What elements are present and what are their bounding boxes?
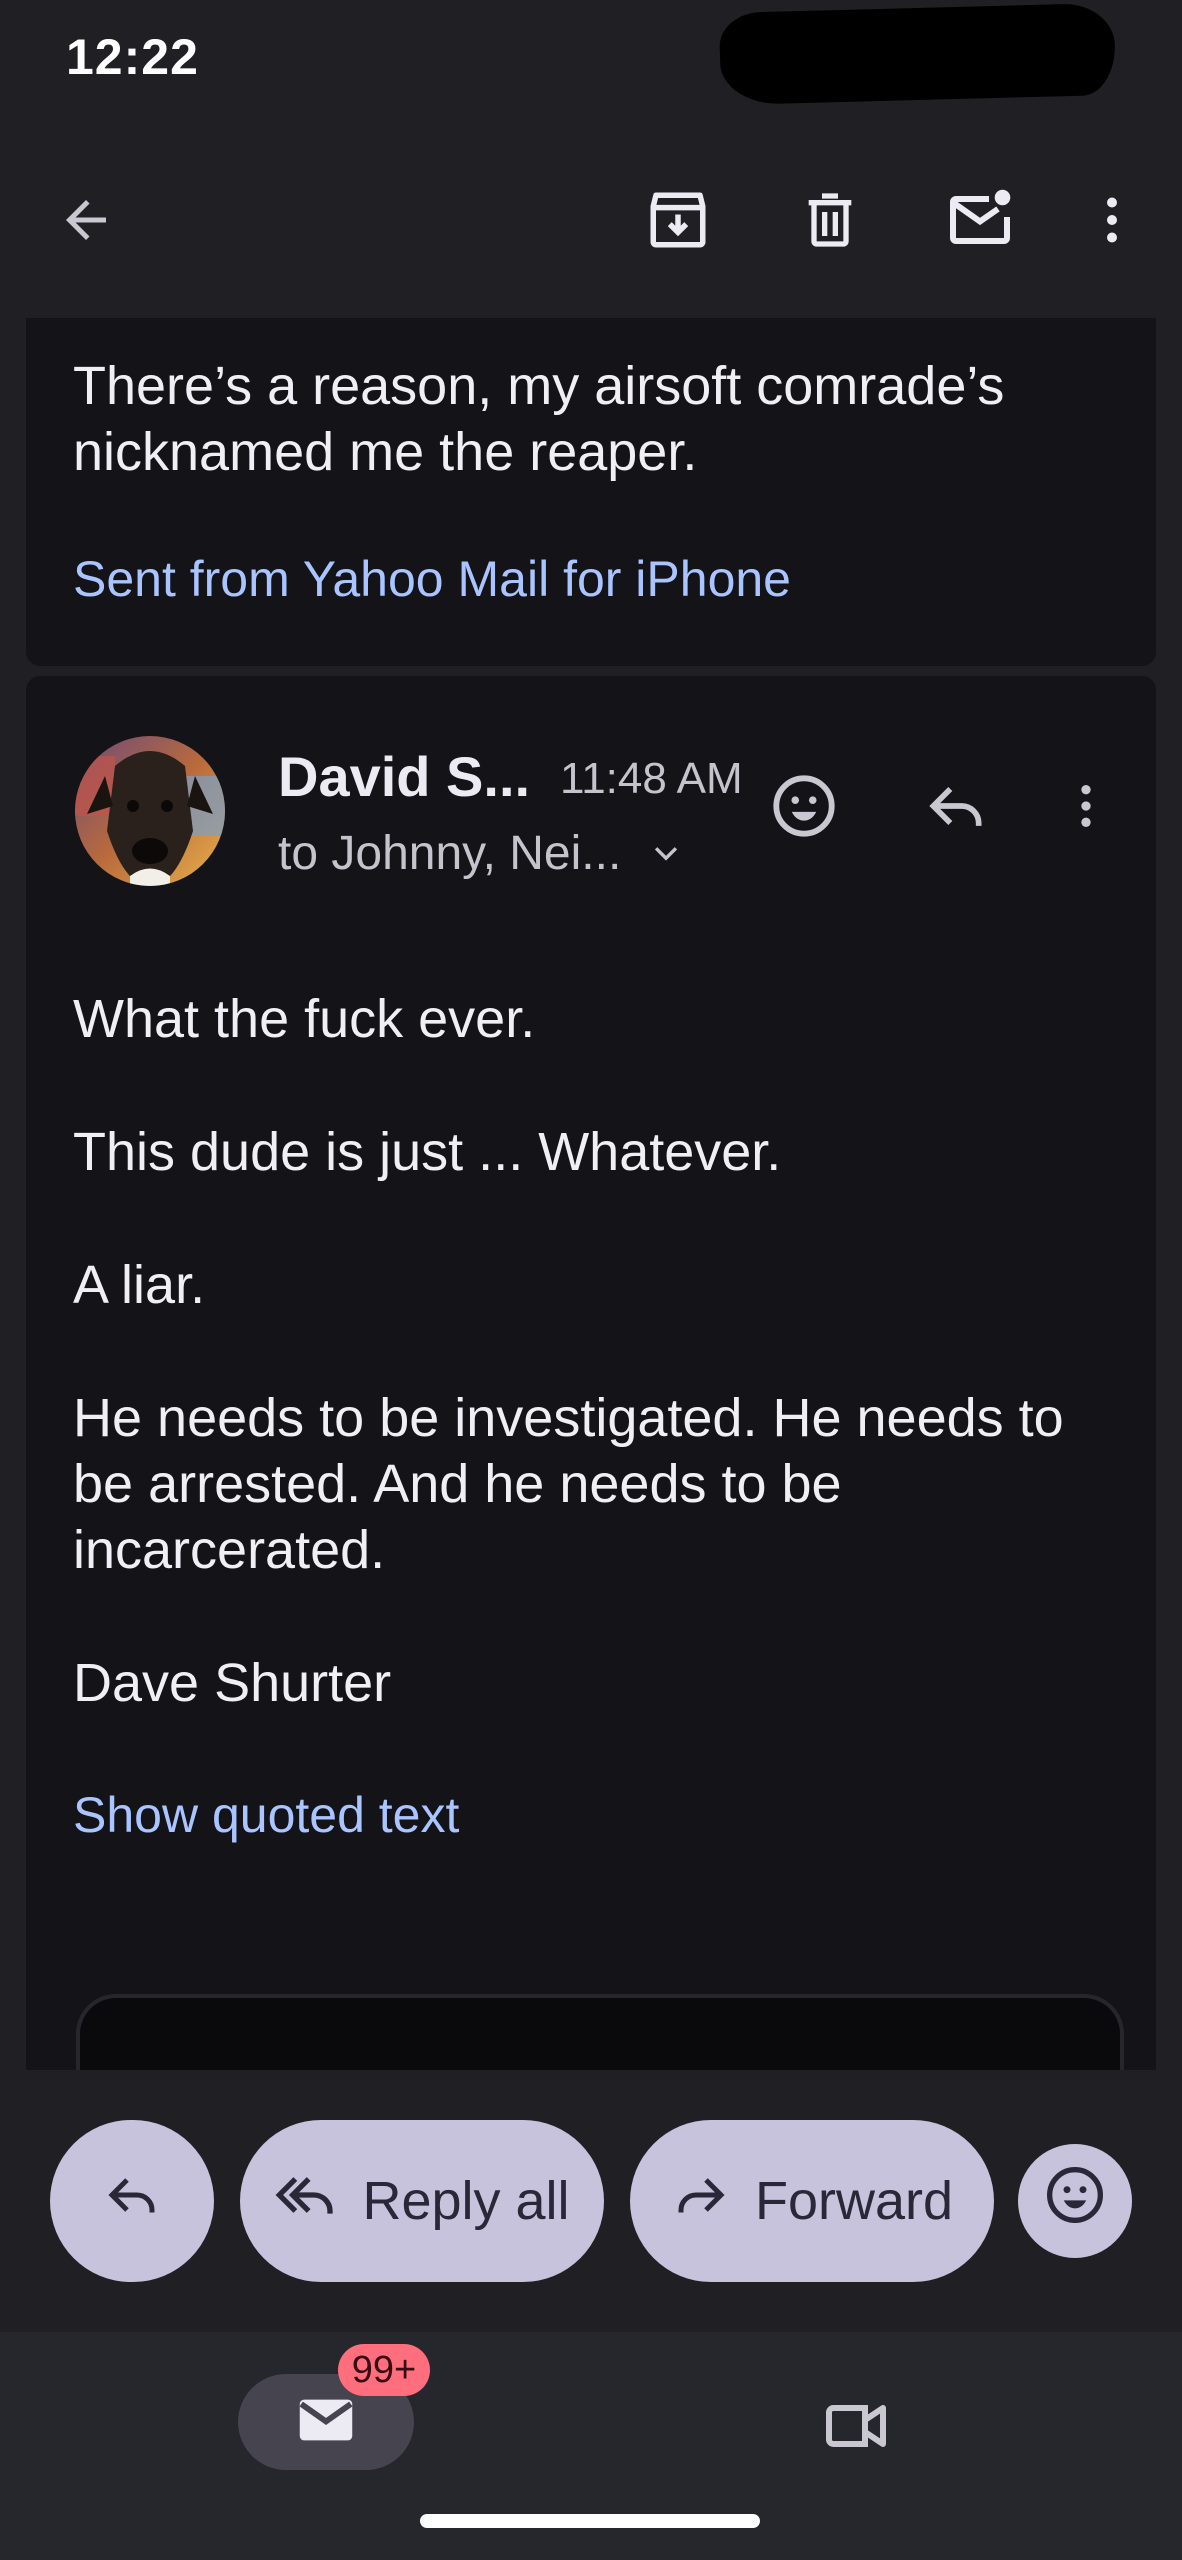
video-camera-icon xyxy=(820,2390,892,2467)
nav-meet-tab[interactable] xyxy=(808,2380,904,2476)
show-quoted-text-link[interactable]: Show quoted text xyxy=(73,1786,459,1844)
message-signature: Dave Shurter xyxy=(73,1653,392,1713)
status-bar: 12:22 xyxy=(0,0,1182,120)
previous-body-line: nicknamed me the reaper. xyxy=(73,422,698,482)
message-body-line: This dude is just ... Whatever. xyxy=(73,1122,782,1182)
top-toolbar xyxy=(0,150,1182,290)
home-indicator[interactable] xyxy=(420,2514,760,2528)
reply-icon[interactable] xyxy=(906,756,1006,856)
previous-message-card[interactable]: There’s a reason, my airsoft comrade’s n… xyxy=(26,318,1156,666)
reply-icon xyxy=(102,2165,162,2238)
react-button[interactable] xyxy=(1018,2144,1132,2258)
unread-count-badge: 99+ xyxy=(338,2344,430,2396)
sender-name[interactable]: David S... xyxy=(278,744,530,809)
message-body-line: be arrested. And he needs to be xyxy=(73,1454,842,1514)
message-more-icon[interactable] xyxy=(1036,756,1136,856)
reply-all-icon xyxy=(274,2163,338,2240)
message-body-line: incarcerated. xyxy=(73,1520,386,1580)
message-time: 11:48 AM xyxy=(560,754,743,803)
chevron-down-icon xyxy=(649,837,683,871)
reply-all-button[interactable]: Reply all xyxy=(240,2120,604,2282)
archive-icon[interactable] xyxy=(628,150,728,290)
forward-icon xyxy=(671,2165,731,2238)
message-card: David S... 11:48 AM to Johnny, Nei... Wh… xyxy=(26,676,1156,2118)
message-body-line: What the fuck ever. xyxy=(73,989,536,1049)
message-body-line: A liar. xyxy=(73,1255,206,1315)
emoji-icon xyxy=(1043,2163,1107,2240)
add-reaction-icon[interactable] xyxy=(754,756,854,856)
avatar[interactable] xyxy=(75,736,225,886)
redaction-mark xyxy=(718,2,1117,106)
yahoo-signature-link[interactable]: Sent from Yahoo Mail for iPhone xyxy=(73,550,791,608)
recipients-toggle[interactable]: to Johnny, Nei... xyxy=(278,826,683,881)
reply-all-label: Reply all xyxy=(362,2171,570,2231)
gmail-message-screen: 12:22 There’s a reason, my airsoft comra… xyxy=(0,0,1182,2560)
forward-button[interactable]: Forward xyxy=(630,2120,994,2282)
previous-body-line: There’s a reason, my airsoft comrade’s xyxy=(73,356,1005,416)
more-vert-icon[interactable] xyxy=(1062,150,1162,290)
recipients-text: to Johnny, Nei... xyxy=(278,827,622,880)
mark-unread-icon[interactable] xyxy=(930,150,1030,290)
previous-message-body: There’s a reason, my airsoft comrade’s n… xyxy=(73,353,1113,485)
reply-action-bar: Reply all Forward xyxy=(0,2070,1182,2332)
trash-icon[interactable] xyxy=(780,150,880,290)
reply-button[interactable] xyxy=(50,2120,214,2282)
mail-icon xyxy=(291,2385,361,2460)
forward-label: Forward xyxy=(754,2171,954,2231)
status-time: 12:22 xyxy=(66,29,199,85)
message-body-line: He needs to be investigated. He needs to xyxy=(73,1388,1064,1448)
back-arrow-icon[interactable] xyxy=(36,150,136,290)
